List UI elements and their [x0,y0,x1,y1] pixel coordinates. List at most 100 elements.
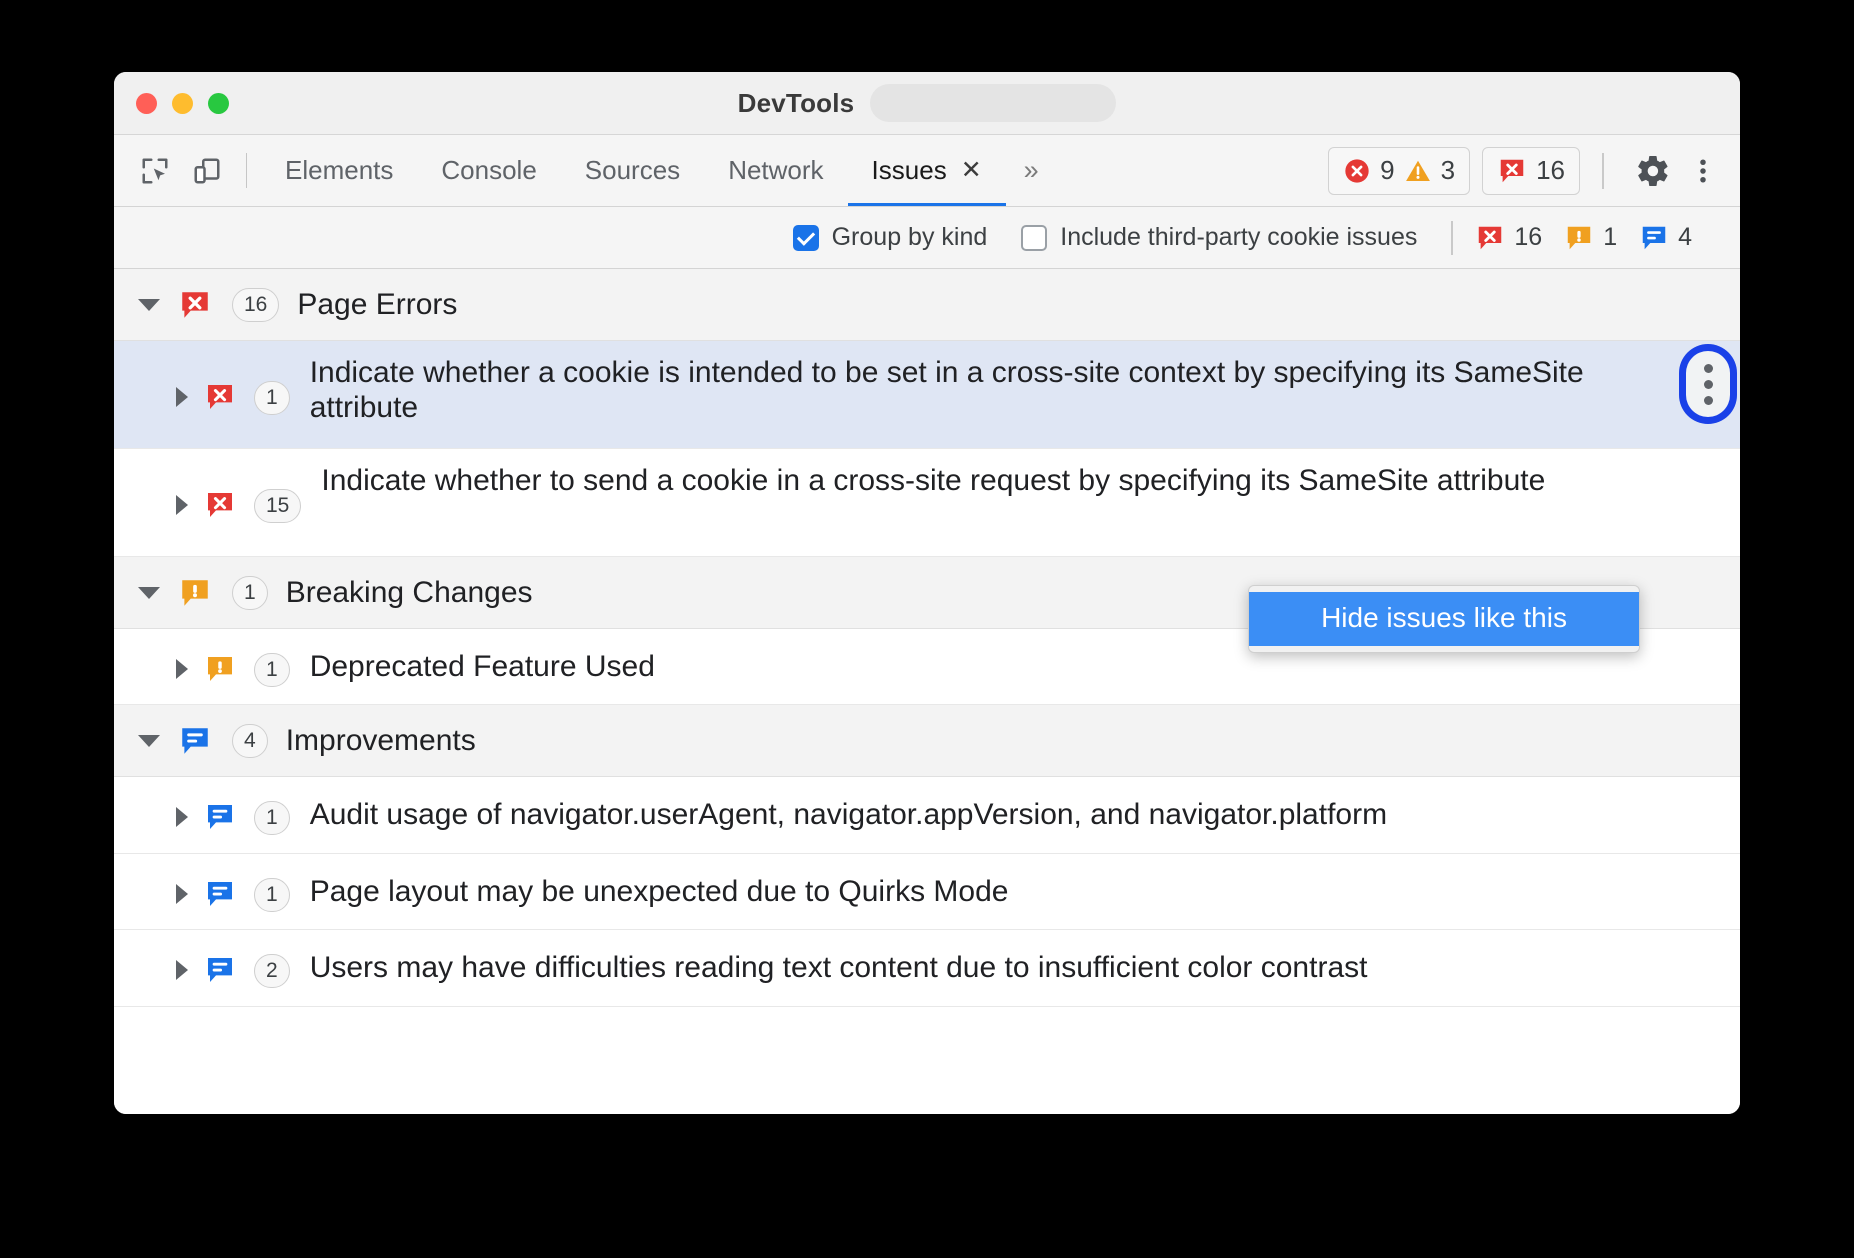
group-header-page-errors[interactable]: 16 Page Errors [114,269,1740,341]
issue-info-icon [204,801,236,833]
issue-count-badge: 1 [254,878,290,912]
chevron-right-icon[interactable] [176,387,188,407]
issue-info-icon [178,724,212,758]
inspect-element-icon[interactable] [136,152,174,190]
issue-row[interactable]: 1 Audit usage of navigator.userAgent, na… [114,777,1740,853]
issue-title: Audit usage of navigator.userAgent, navi… [310,777,1447,852]
include-third-party-checkbox[interactable]: Include third-party cookie issues [1021,223,1417,252]
issue-count-badge: 1 [254,801,290,835]
tab-label: Issues [872,155,947,186]
close-icon[interactable]: ✕ [961,158,982,183]
tab-elements[interactable]: Elements [261,135,417,206]
kebab-dot [1704,364,1713,373]
issue-count-badge: 15 [254,489,301,523]
tab-console[interactable]: Console [417,135,560,206]
issue-error-icon [178,288,212,322]
minimize-window-button[interactable] [172,93,193,114]
chevron-down-icon[interactable] [138,587,160,599]
group-count-badge: 4 [232,724,268,758]
group-by-kind-checkbox[interactable]: Group by kind [793,223,988,252]
issue-row[interactable]: 1 Indicate whether a cookie is intended … [114,341,1740,449]
tab-label: Elements [285,155,393,186]
console-error-count: 9 [1380,155,1394,186]
error-circle-icon [1343,157,1371,185]
kebab-menu-icon[interactable] [1680,148,1726,194]
issue-error-icon [204,381,236,413]
issues-filter-bar: Group by kind Include third-party cookie… [114,207,1740,269]
issue-title: Indicate whether to send a cookie in a c… [321,449,1605,512]
tabbar-left-icons [130,135,232,206]
issue-title: Indicate whether a cookie is intended to… [310,341,1740,440]
issue-title: Users may have difficulties reading text… [310,930,1428,1005]
devtools-window: DevTools [114,72,1740,1114]
screenshot-root: DevTools [0,0,1854,1258]
issue-row[interactable]: 1 Page layout may be unexpected due to Q… [114,854,1740,930]
console-warning-count: 3 [1441,155,1455,186]
filter-warning-count: 1 [1564,223,1617,253]
include-third-party-label: Include third-party cookie issues [1060,223,1417,252]
chevron-down-icon[interactable] [138,299,160,311]
issue-kebab-menu-icon[interactable] [1686,351,1730,417]
tab-label: Network [728,155,823,186]
chevron-down-icon[interactable] [138,735,160,747]
group-count-badge: 16 [232,288,279,322]
console-counts[interactable]: 9 3 [1328,147,1470,195]
issue-title: Deprecated Feature Used [310,629,715,704]
filter-warning-value: 1 [1603,223,1617,252]
tab-list: Elements Console Sources Network Issues … [261,135,1316,206]
close-window-button[interactable] [136,93,157,114]
issue-title: Page layout may be unexpected due to Qui… [310,854,1069,929]
issue-count-badge: 1 [254,653,290,687]
checkbox-unchecked-icon[interactable] [1021,225,1047,251]
issue-info-icon [204,954,236,986]
issue-row[interactable]: 15 Indicate whether to send a cookie in … [114,449,1740,557]
issue-warning-icon [204,653,236,685]
chevron-right-icon[interactable] [176,884,188,904]
group-title: Page Errors [297,288,457,322]
tab-label: Sources [585,155,680,186]
issue-error-icon [204,489,236,521]
maximize-window-button[interactable] [208,93,229,114]
titlebar-pill[interactable] [870,84,1116,122]
kebab-dot [1704,380,1713,389]
more-tabs-icon[interactable]: » [1006,135,1057,206]
issue-row[interactable]: 2 Users may have difficulties reading te… [114,930,1740,1006]
issue-error-icon [1475,223,1505,253]
filter-info-value: 4 [1678,223,1692,252]
issue-info-icon [1639,223,1669,253]
issue-info-icon [204,878,236,910]
issue-error-icon [1497,156,1527,186]
checkbox-checked-icon[interactable] [793,225,819,251]
group-title: Breaking Changes [286,576,533,610]
tab-issues[interactable]: Issues ✕ [848,135,1006,206]
device-toolbar-icon[interactable] [188,152,226,190]
group-header-improvements[interactable]: 4 Improvements [114,705,1740,777]
issues-list: 16 Page Errors 1 Indicate whether a cook… [114,269,1740,1114]
issues-total-count: 16 [1536,155,1565,186]
gear-icon[interactable] [1630,148,1676,194]
kebab-dot [1704,396,1713,405]
chevron-right-icon[interactable] [176,495,188,515]
filter-info-count: 4 [1639,223,1692,253]
warning-triangle-icon [1404,157,1432,185]
context-menu: Hide issues like this [1248,585,1640,653]
tab-network[interactable]: Network [704,135,847,206]
tabbar-right-controls: 9 3 [1316,135,1730,206]
issues-count-box[interactable]: 16 [1482,147,1580,195]
tab-sources[interactable]: Sources [561,135,704,206]
devtools-tabbar: Elements Console Sources Network Issues … [114,135,1740,207]
chevron-right-icon[interactable] [176,960,188,980]
tab-label: Console [441,155,536,186]
window-title: DevTools [738,88,855,119]
window-titlebar: DevTools [114,72,1740,135]
chevron-right-icon[interactable] [176,807,188,827]
chevron-right-icon[interactable] [176,659,188,679]
group-count-badge: 1 [232,576,268,610]
issue-count-badge: 1 [254,381,290,415]
issue-warning-icon [178,576,212,610]
group-by-kind-label: Group by kind [832,223,988,252]
issue-warning-icon [1564,223,1594,253]
filter-error-count: 16 [1475,223,1542,253]
context-menu-item-hide-issues[interactable]: Hide issues like this [1249,592,1639,646]
tabbar-divider [246,153,247,188]
